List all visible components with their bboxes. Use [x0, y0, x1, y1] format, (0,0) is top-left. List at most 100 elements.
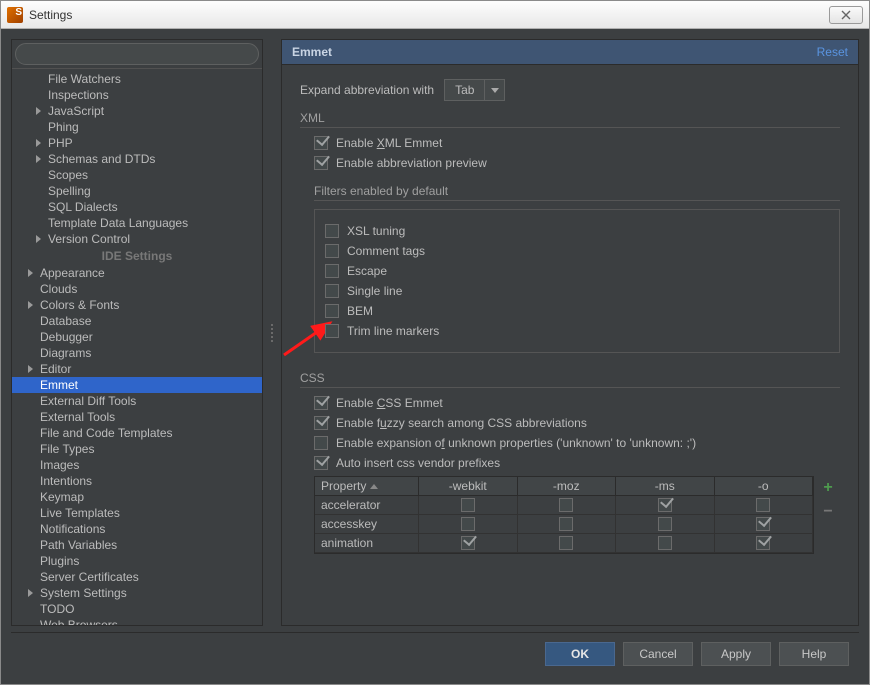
tree-item[interactable]: Debugger: [12, 329, 262, 345]
tree-item[interactable]: System Settings: [12, 585, 262, 601]
tree-item[interactable]: SQL Dialects: [12, 199, 262, 215]
tree-item[interactable]: Scopes: [12, 167, 262, 183]
enable-unknown-checkbox[interactable]: Enable expansion of unknown properties (…: [314, 436, 840, 450]
filter-checkbox[interactable]: Escape: [325, 264, 829, 278]
enable-fuzzy-checkbox[interactable]: Enable fuzzy search among CSS abbreviati…: [314, 416, 840, 430]
tree-item[interactable]: Plugins: [12, 553, 262, 569]
add-row-button[interactable]: +: [818, 478, 838, 498]
tree-item-label: SQL Dialects: [48, 200, 118, 214]
tree-item-label: Scopes: [48, 168, 88, 182]
tree-item-label: Web Browsers: [40, 618, 118, 625]
tree-item[interactable]: Spelling: [12, 183, 262, 199]
checkbox-icon: [314, 156, 328, 170]
filter-checkbox[interactable]: BEM: [325, 304, 829, 318]
checkbox-icon: [461, 517, 475, 531]
tree-item[interactable]: Editor: [12, 361, 262, 377]
app-icon: [7, 7, 23, 23]
tree-item[interactable]: Colors & Fonts: [12, 297, 262, 313]
filter-checkbox[interactable]: Single line: [325, 284, 829, 298]
tree-item[interactable]: TODO: [12, 601, 262, 617]
table-header-cell[interactable]: -o: [715, 477, 814, 495]
search-input[interactable]: [15, 43, 259, 65]
tree-item[interactable]: Inspections: [12, 87, 262, 103]
tree-item[interactable]: External Tools: [12, 409, 262, 425]
checkbox-icon: [756, 536, 770, 550]
auto-prefix-checkbox[interactable]: Auto insert css vendor prefixes: [314, 456, 840, 470]
tree-item[interactable]: Database: [12, 313, 262, 329]
table-cell[interactable]: [616, 496, 715, 514]
tree-item[interactable]: Diagrams: [12, 345, 262, 361]
remove-row-button[interactable]: −: [818, 502, 838, 522]
table-cell[interactable]: [715, 515, 814, 533]
filters-title: Filters enabled by default: [314, 184, 840, 198]
checkbox-icon: [461, 536, 475, 550]
table-header-cell[interactable]: -moz: [518, 477, 617, 495]
tree-item[interactable]: Emmet: [12, 377, 262, 393]
tree-item[interactable]: Notifications: [12, 521, 262, 537]
table-cell[interactable]: [715, 496, 814, 514]
vendor-prefix-table[interactable]: Property-webkit-moz-ms-o acceleratoracce…: [314, 476, 814, 554]
tree-item[interactable]: File Watchers: [12, 71, 262, 87]
table-row[interactable]: animation: [315, 534, 813, 553]
tree-item[interactable]: External Diff Tools: [12, 393, 262, 409]
enable-css-emmet-checkbox[interactable]: Enable CSS Emmet: [314, 396, 840, 410]
table-row[interactable]: accelerator: [315, 496, 813, 515]
apply-button[interactable]: Apply: [701, 642, 771, 666]
help-button[interactable]: Help: [779, 642, 849, 666]
tree-item[interactable]: Version Control: [12, 231, 262, 247]
property-name: animation: [315, 534, 419, 552]
ok-button[interactable]: OK: [545, 642, 615, 666]
checkbox-icon: [559, 517, 573, 531]
reset-link[interactable]: Reset: [817, 45, 848, 59]
filter-checkbox[interactable]: Trim line markers: [325, 324, 829, 338]
tree-item-label: File Watchers: [48, 72, 121, 86]
tree-item[interactable]: Clouds: [12, 281, 262, 297]
table-cell[interactable]: [419, 515, 518, 533]
tree-item[interactable]: Web Browsers: [12, 617, 262, 625]
table-header-cell[interactable]: Property: [315, 477, 419, 495]
tree-item[interactable]: File and Code Templates: [12, 425, 262, 441]
table-cell[interactable]: [518, 515, 617, 533]
window-close-button[interactable]: [829, 6, 863, 24]
table-cell[interactable]: [518, 496, 617, 514]
tree-item-label: System Settings: [40, 586, 127, 600]
table-cell[interactable]: [616, 534, 715, 552]
tree-item-label: Plugins: [40, 554, 79, 568]
tree-item[interactable]: Intentions: [12, 473, 262, 489]
tree-item[interactable]: File Types: [12, 441, 262, 457]
tree-item[interactable]: Phing: [12, 119, 262, 135]
table-cell[interactable]: [419, 496, 518, 514]
tree-item[interactable]: Keymap: [12, 489, 262, 505]
expand-select[interactable]: Tab: [444, 79, 505, 101]
table-cell[interactable]: [715, 534, 814, 552]
filter-checkbox[interactable]: XSL tuning: [325, 224, 829, 238]
enable-abbrev-preview-checkbox[interactable]: Enable abbreviation preview: [314, 156, 840, 170]
settings-tree[interactable]: File WatchersInspectionsJavaScriptPhingP…: [12, 69, 262, 625]
tree-item[interactable]: Images: [12, 457, 262, 473]
enable-xml-emmet-checkbox[interactable]: Enable XML Emmet: [314, 136, 840, 150]
ide-settings-header: IDE Settings: [12, 247, 262, 265]
tree-item[interactable]: Server Certificates: [12, 569, 262, 585]
table-cell[interactable]: [419, 534, 518, 552]
table-header-cell[interactable]: -ms: [616, 477, 715, 495]
tree-item[interactable]: Appearance: [12, 265, 262, 281]
tree-item-label: Path Variables: [40, 538, 117, 552]
tree-item[interactable]: Schemas and DTDs: [12, 151, 262, 167]
tree-item[interactable]: Template Data Languages: [12, 215, 262, 231]
cancel-button[interactable]: Cancel: [623, 642, 693, 666]
checkbox-icon: [314, 136, 328, 150]
table-cell[interactable]: [518, 534, 617, 552]
table-row[interactable]: accesskey: [315, 515, 813, 534]
splitter[interactable]: [269, 39, 275, 626]
tree-item[interactable]: JavaScript: [12, 103, 262, 119]
table-header-cell[interactable]: -webkit: [419, 477, 518, 495]
tree-item[interactable]: Path Variables: [12, 537, 262, 553]
tree-item[interactable]: Live Templates: [12, 505, 262, 521]
table-cell[interactable]: [616, 515, 715, 533]
tree-item-label: JavaScript: [48, 104, 104, 118]
checkbox-icon: [325, 224, 339, 238]
tree-item[interactable]: PHP: [12, 135, 262, 151]
checkbox-icon: [325, 284, 339, 298]
property-name: accesskey: [315, 515, 419, 533]
filter-checkbox[interactable]: Comment tags: [325, 244, 829, 258]
